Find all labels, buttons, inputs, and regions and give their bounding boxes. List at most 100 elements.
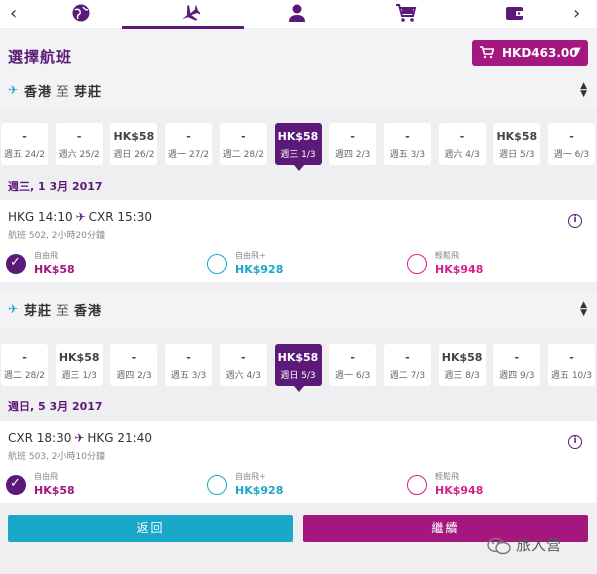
- date-option[interactable]: - 週五 24/2: [1, 123, 48, 165]
- date-option[interactable]: - 週二 7/3: [383, 344, 431, 386]
- fare-radio[interactable]: [207, 254, 227, 274]
- info-icon[interactable]: i: [568, 435, 582, 449]
- date-label: 週二 7/3: [389, 371, 426, 381]
- date-option[interactable]: - 週六 4/3: [438, 123, 486, 165]
- watermark: 旅人营: [486, 534, 561, 555]
- wallet-icon[interactable]: [504, 3, 526, 23]
- date-option[interactable]: HK$58 週日 26/2: [110, 123, 158, 165]
- date-label: 週一 27/2: [168, 150, 210, 160]
- date-option[interactable]: HK$58 週三 1/3: [55, 344, 103, 386]
- total-price-button[interactable]: HKD463.00 ▼: [472, 40, 588, 66]
- date-price: HK$58: [113, 130, 155, 143]
- date-price: -: [76, 130, 82, 143]
- date-price: HK$58: [277, 351, 319, 364]
- date-price: -: [405, 130, 410, 143]
- flight-times: HKG 14:10 ✈ CXR 15:30: [8, 210, 152, 224]
- fare-price: HK$948: [435, 484, 484, 497]
- date-option[interactable]: - 週一 27/2: [165, 123, 213, 165]
- date-price: HK$58: [496, 130, 538, 143]
- flight-times: CXR 18:30 ✈ HKG 21:40: [8, 431, 152, 445]
- route-title: 芽莊至香港: [24, 304, 103, 319]
- date-label: 週五 10/3: [550, 371, 593, 381]
- back-button[interactable]: 返回: [8, 515, 293, 542]
- date-option[interactable]: HK$58 週日 5/3: [274, 344, 322, 392]
- outbound-selected-date: 週三, 1 3月 2017: [8, 180, 103, 193]
- date-label: 週五 3/3: [170, 371, 207, 381]
- fare-name: 輕鬆飛: [435, 251, 459, 260]
- outbound-flight-card: HKG 14:10✈CXR 15:30 航班 502, 2小時20分鐘 i 自由…: [0, 200, 597, 282]
- date-price: -: [241, 351, 246, 364]
- fare-price: HK$58: [34, 263, 75, 276]
- inbound-route-header[interactable]: ✈ 芽莊至香港 ▲ ▼: [0, 292, 597, 328]
- date-option[interactable]: - 週六 25/2: [55, 123, 103, 165]
- date-label: 週五 3/3: [389, 150, 426, 160]
- fare-price: HK$948: [435, 263, 484, 276]
- date-price: -: [459, 130, 465, 143]
- outbound-date-strip: - 週五 24/2 - 週六 25/2 HK$58 週日 26/2 - 週一 27/2 - 週二 …: [0, 123, 597, 175]
- person-icon[interactable]: [286, 3, 308, 23]
- date-price: -: [22, 130, 27, 143]
- date-option[interactable]: - 週一 6/3: [329, 344, 377, 386]
- flight-selection-page: ‹ › 選擇航班 HKD463.00 ▼ ✈ 香港 至 芽莊 ▲ ▼ - 週五 …: [0, 0, 597, 574]
- flight-icon[interactable]: [178, 3, 200, 23]
- cart-icon[interactable]: [395, 3, 417, 23]
- fare-name: 自由飛+: [235, 251, 266, 260]
- fare-radio[interactable]: [407, 254, 427, 274]
- date-price: -: [241, 130, 246, 143]
- date-option[interactable]: - 週四 2/3: [110, 344, 158, 386]
- date-price: HK$58: [277, 130, 319, 143]
- flight-info: 航班 503, 2小時10分鐘: [8, 452, 105, 462]
- date-label: 週一 6/3: [335, 371, 371, 381]
- fare-radio[interactable]: [207, 475, 227, 495]
- date-label: 週日 5/3: [499, 150, 535, 160]
- next-chevron-icon[interactable]: ›: [573, 3, 580, 24]
- date-label: 週三 8/3: [444, 371, 480, 381]
- date-option[interactable]: HK$58 週三 1/3: [274, 123, 322, 171]
- date-option[interactable]: - 週五 10/3: [548, 344, 595, 386]
- date-price: -: [186, 130, 191, 143]
- date-option[interactable]: HK$58 週日 5/3: [493, 123, 541, 165]
- info-icon[interactable]: i: [568, 214, 582, 228]
- fare-radio[interactable]: [407, 475, 427, 495]
- fare-price: HK$58: [34, 484, 75, 497]
- fare-price: HK$928: [235, 263, 284, 276]
- date-label: 週四 9/3: [499, 371, 535, 381]
- date-option[interactable]: - 週五 3/3: [383, 123, 431, 165]
- date-price: -: [569, 351, 574, 364]
- date-label: 週二 28/2: [222, 150, 264, 160]
- date-price: -: [186, 351, 191, 364]
- date-label: 週日 26/2: [113, 150, 155, 160]
- date-price: HK$58: [58, 351, 100, 364]
- date-option[interactable]: - 週四 2/3: [329, 123, 377, 165]
- date-option[interactable]: - 週四 9/3: [493, 344, 541, 386]
- fare-radio[interactable]: [6, 254, 26, 274]
- fare-name: 自由飛+: [235, 472, 266, 481]
- date-option[interactable]: - 週二 28/2: [1, 344, 48, 386]
- date-price: -: [131, 351, 137, 364]
- plane-icon: ✈: [8, 83, 19, 97]
- date-label: 週六 4/3: [225, 371, 261, 381]
- globe-icon[interactable]: [70, 3, 92, 23]
- date-label: 週五 24/2: [3, 150, 46, 160]
- date-label: 週日 5/3: [280, 371, 316, 381]
- date-label: 週一 6/3: [553, 150, 590, 160]
- outbound-route-header[interactable]: ✈ 香港至芽莊 ▲ ▼: [0, 73, 597, 109]
- sort-icon[interactable]: ▲ ▼: [580, 82, 587, 99]
- date-option[interactable]: - 週六 4/3: [219, 344, 267, 386]
- sort-icon[interactable]: ▲ ▼: [580, 301, 587, 318]
- fare-name: 輕鬆飛: [435, 472, 459, 481]
- date-label: 週三 1/3: [280, 150, 316, 160]
- fare-radio[interactable]: [6, 475, 26, 495]
- date-option[interactable]: - 週一 6/3: [548, 123, 595, 165]
- date-label: 週四 2/3: [335, 150, 371, 160]
- plane-icon: ✈: [8, 302, 19, 316]
- date-option[interactable]: - 週五 3/3: [165, 344, 213, 386]
- date-option[interactable]: HK$58 週三 8/3: [438, 344, 486, 386]
- date-option[interactable]: - 週二 28/2: [219, 123, 267, 165]
- prev-chevron-icon[interactable]: ‹: [10, 3, 17, 24]
- top-navigation: ‹ ›: [0, 0, 597, 29]
- inbound-flight-card: CXR 18:30✈HKG 21:40 航班 503, 2小時10分鐘 i 自由…: [0, 421, 597, 503]
- date-label: 週二 28/2: [3, 371, 46, 381]
- fare-price: HK$928: [235, 484, 284, 497]
- date-price: -: [350, 351, 355, 364]
